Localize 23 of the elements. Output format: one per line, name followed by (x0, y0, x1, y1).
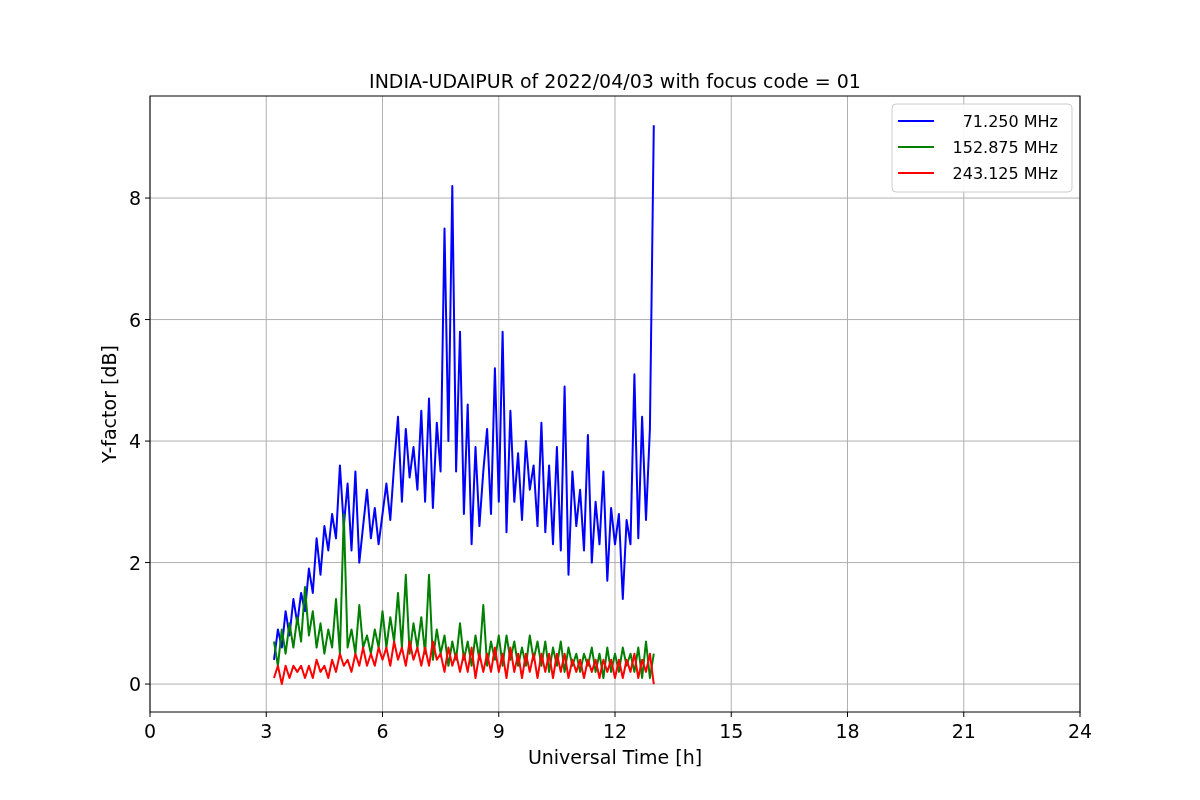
legend-line-icon (897, 146, 935, 148)
x-axis-label: Universal Time [h] (527, 746, 703, 768)
legend-line-icon (897, 120, 935, 122)
x-tick-label: 12 (602, 720, 628, 742)
legend-label: 243.125 MHz (952, 164, 1058, 183)
x-tick-label: 24 (1067, 720, 1093, 742)
y-tick-label: 8 (128, 187, 141, 210)
y-tick-label: 2 (128, 551, 141, 574)
x-tick-label: 15 (719, 720, 744, 742)
y-tick-label: 0 (128, 673, 141, 696)
y-tick-label: 6 (128, 308, 141, 331)
legend-label: 152.875 MHz (952, 138, 1058, 157)
y-tick-label: 4 (128, 430, 141, 453)
legend-line-icon (897, 172, 935, 174)
x-tick-label: 9 (492, 720, 505, 742)
y-axis-label: Y-factor [dB] (98, 345, 120, 463)
x-tick-label: 0 (143, 720, 157, 742)
x-tick-label: 21 (951, 720, 976, 742)
x-tick-label: 3 (260, 720, 273, 742)
legend-label: 71.250 MHz (962, 112, 1058, 131)
x-tick-label: 6 (376, 720, 389, 742)
x-tick-label: 18 (835, 720, 860, 742)
chart-title: INDIA-UDAIPUR of 2022/04/03 with focus code = 01 (369, 70, 861, 92)
